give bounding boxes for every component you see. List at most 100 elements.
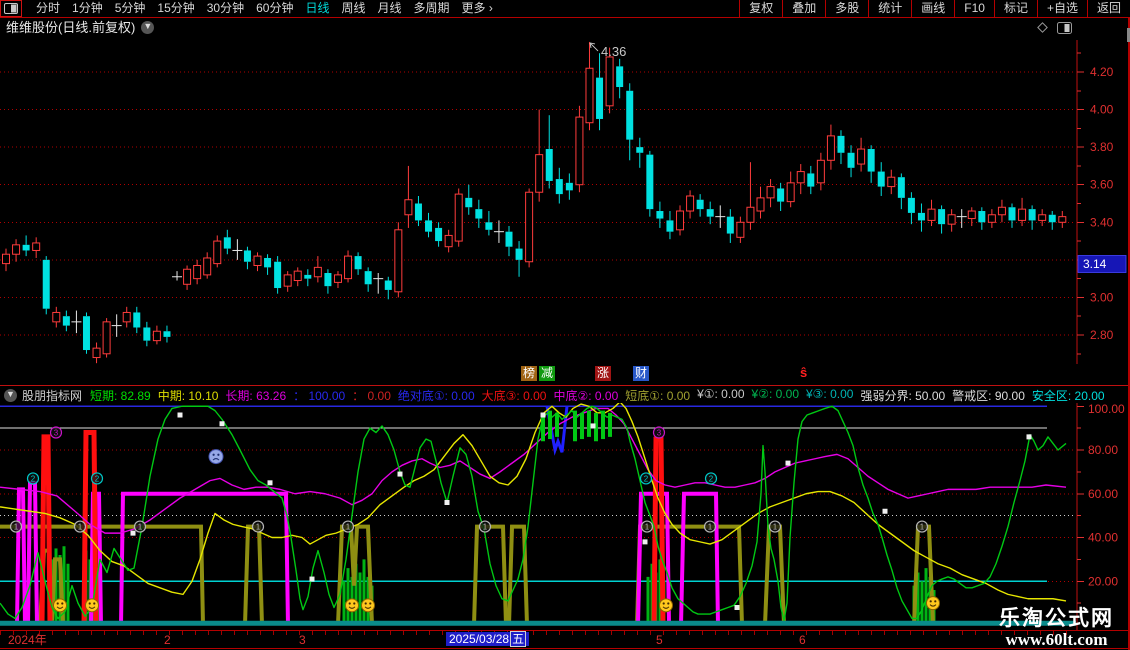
sad-face-icon <box>209 450 223 464</box>
signal-square-marker <box>591 423 596 428</box>
indicator-field: 短期: 82.89 <box>90 387 151 404</box>
indicator-field: ¥③: 0.00 <box>806 387 853 404</box>
smiley-face-icon <box>660 599 673 612</box>
indicator-source: 股朋指标网 <box>22 387 82 404</box>
svg-text:3.14: 3.14 <box>1083 257 1107 271</box>
signal-square-marker <box>268 480 273 485</box>
watermark: 乐淘公式网 www.60lt.com <box>999 607 1114 649</box>
svg-text:3.00: 3.00 <box>1090 290 1114 304</box>
month-label: 5 <box>656 633 663 647</box>
watermark-url: www.60lt.com <box>999 630 1114 649</box>
svg-text:4.36: 4.36 <box>601 44 626 59</box>
tool-item[interactable]: 统计 <box>868 0 911 17</box>
indicator-field: 大底③: 0.00 <box>482 387 547 404</box>
svg-text:2: 2 <box>709 474 714 483</box>
cursor-date-label: 2025/03/28五 <box>446 632 529 646</box>
top-toolbar: 分时 1分钟 5分钟 15分钟 30分钟 60分钟日线周线月线多周期更多 › 复权叠加多股… <box>0 0 1130 18</box>
period-item[interactable]: 15分钟 <box>157 0 194 17</box>
tool-item[interactable]: F10 <box>954 0 994 17</box>
event-tag[interactable]: 减 <box>539 366 555 381</box>
event-tag[interactable]: 涨 <box>595 366 611 381</box>
period-item[interactable]: 30分钟 <box>207 0 244 17</box>
collapse-icon[interactable]: ▼ <box>4 389 17 402</box>
month-label: 2024年 <box>8 633 47 647</box>
svg-text:1: 1 <box>708 523 713 532</box>
indicator-header: ▼ 股朋指标网 短期: 82.89 中期: 10.10 长期: 63.26 ： 100… <box>0 385 1130 404</box>
signal-square-marker <box>786 461 791 466</box>
svg-text:80.00: 80.00 <box>1088 443 1118 457</box>
tool-item[interactable]: 返回 <box>1087 0 1130 17</box>
stock-title: 维维股份(日线.前复权) <box>6 18 135 38</box>
svg-text:1: 1 <box>14 523 19 532</box>
period-item[interactable]: 日线 <box>305 0 329 17</box>
signal-square-marker <box>883 509 888 514</box>
chevron-down-icon[interactable]: ▼ <box>141 21 154 34</box>
smiley-face-icon <box>86 599 99 612</box>
period-item[interactable]: 周线 <box>341 0 365 17</box>
svg-text:3: 3 <box>54 429 59 438</box>
signal-square-marker <box>1027 434 1032 439</box>
svg-text:1: 1 <box>920 523 925 532</box>
watermark-site-name: 乐淘公式网 <box>999 607 1114 630</box>
corner-icons <box>1036 21 1072 34</box>
indicator-field: 短底①: 0.00 <box>625 387 690 404</box>
smiley-face-icon <box>346 599 359 612</box>
indicator-field: 警戒区: 90.00 <box>952 387 1025 404</box>
svg-text:3.40: 3.40 <box>1090 215 1114 229</box>
stock-app-window: 分时 1分钟 5分钟 15分钟 30分钟 60分钟日线周线月线多周期更多 › 复权叠加多股… <box>0 0 1130 650</box>
panel-split-icon[interactable] <box>1057 22 1072 34</box>
period-menu: 分时 1分钟 5分钟 15分钟 30分钟 60分钟日线周线月线多周期更多 › <box>0 0 499 17</box>
svg-text:2: 2 <box>31 474 36 483</box>
indicator-field: 长期: 63.26 <box>225 387 286 404</box>
panel-toggle-icon[interactable] <box>0 0 22 17</box>
svg-text:2.80: 2.80 <box>1090 328 1114 342</box>
indicator-field: ： 100.00 <box>293 387 345 404</box>
indicator-chart[interactable]: 1111111111222233100.0080.0060.0040.0020.… <box>0 403 1130 630</box>
svg-text:3.80: 3.80 <box>1090 140 1114 154</box>
signal-square-marker <box>220 421 225 426</box>
tool-item[interactable]: 多股 <box>825 0 868 17</box>
period-item[interactable]: 60分钟 <box>256 0 293 17</box>
month-label: 3 <box>299 633 306 647</box>
period-item[interactable]: 月线 <box>378 0 402 17</box>
diamond-icon[interactable] <box>1036 21 1049 34</box>
period-item[interactable]: 更多 › <box>462 0 493 17</box>
month-label: 6 <box>799 633 806 647</box>
signal-square-marker <box>735 605 740 610</box>
svg-text:4.20: 4.20 <box>1090 65 1114 79</box>
date-axis: 2024年 2 3 2025/03/28五 5 6 <box>0 630 1130 649</box>
period-item[interactable]: 5分钟 <box>115 0 146 17</box>
svg-text:1: 1 <box>483 523 488 532</box>
svg-text:100.00: 100.00 <box>1088 403 1125 416</box>
title-bar: 维维股份(日线.前复权) ▼ <box>0 18 1130 40</box>
indicator-field: 强弱分界: 50.00 <box>860 387 945 404</box>
svg-text:40.00: 40.00 <box>1088 531 1118 545</box>
period-item[interactable]: 多周期 <box>414 0 450 17</box>
tool-item[interactable]: 复权 <box>739 0 782 17</box>
svg-text:1: 1 <box>346 523 351 532</box>
tools-menu: 复权叠加多股统计画线F10标记+自选返回 <box>739 0 1130 17</box>
svg-text:1: 1 <box>138 523 143 532</box>
event-tag[interactable]: 财 <box>633 366 649 381</box>
indicator-field: 中期: 10.10 <box>158 387 219 404</box>
smiley-face-icon <box>927 597 940 610</box>
month-label: 2 <box>164 633 171 647</box>
signal-marker: ŝ <box>800 365 807 380</box>
signal-square-marker <box>445 500 450 505</box>
svg-text:1: 1 <box>256 523 261 532</box>
period-item[interactable]: 分时 <box>36 0 60 17</box>
candlestick-chart[interactable]: 4.362.654.204.003.803.603.403.002.803.14 <box>0 40 1130 364</box>
svg-text:1: 1 <box>78 523 83 532</box>
tool-item[interactable]: 画线 <box>911 0 954 17</box>
signal-square-marker <box>310 577 315 582</box>
signal-square-marker <box>178 413 183 418</box>
tool-item[interactable]: +自选 <box>1037 0 1087 17</box>
tool-item[interactable]: 标记 <box>994 0 1037 17</box>
indicator-field: 绝对底①: 0.00 <box>398 387 475 404</box>
period-item[interactable]: 1分钟 <box>72 0 103 17</box>
event-tag[interactable]: 榜 <box>521 366 537 381</box>
signal-square-marker <box>643 539 648 544</box>
tool-item[interactable]: 叠加 <box>782 0 825 17</box>
panel-glyph <box>4 3 18 14</box>
svg-text:60.00: 60.00 <box>1088 487 1118 501</box>
